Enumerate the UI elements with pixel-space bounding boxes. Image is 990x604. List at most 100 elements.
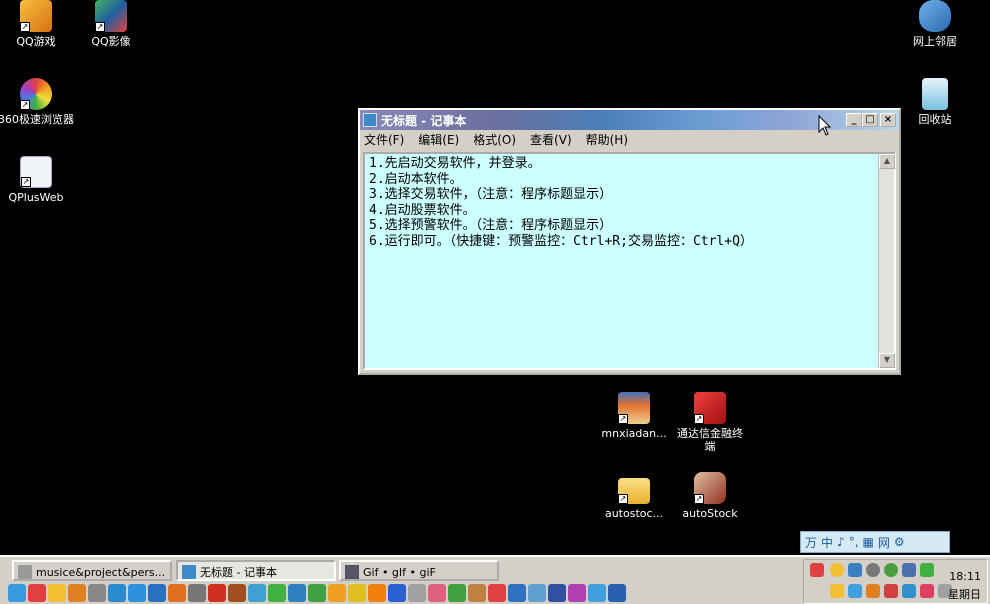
ie-web-icon: ↗ (20, 156, 52, 188)
quick-launch-icon[interactable] (288, 584, 306, 602)
quick-launch-icon[interactable] (328, 584, 346, 602)
desktop-icon-label: QPlusWeb (8, 191, 64, 204)
desktop-icon-network[interactable]: 网上邻居 (897, 0, 973, 48)
quick-launch-icon[interactable] (488, 584, 506, 602)
quick-launch-icon[interactable] (428, 584, 446, 602)
quick-launch-icon[interactable] (348, 584, 366, 602)
desktop-icon-recycle-bin[interactable]: 回收站 (897, 78, 973, 126)
desktop-icon-label: autostoc... (604, 507, 664, 520)
ime-mode-icon[interactable]: 万 (805, 534, 817, 551)
ime-moon-icon[interactable]: ♪ (837, 535, 845, 549)
desktop-icon-autostock[interactable]: ↗ autoStock (672, 472, 748, 520)
quick-launch-icon[interactable] (308, 584, 326, 602)
vertical-scrollbar[interactable]: ▲ ▼ (878, 154, 895, 368)
desktop-icon-label: autoStock (682, 507, 738, 520)
tray-icon[interactable] (884, 584, 898, 598)
desktop-icon-label: 通达信金融终端 (677, 427, 743, 453)
tray-icon[interactable] (920, 584, 934, 598)
quick-launch-icon[interactable] (108, 584, 126, 602)
menu-file[interactable]: 文件(F) (364, 131, 404, 148)
tray-icon[interactable] (830, 563, 844, 577)
quick-launch-icon[interactable] (68, 584, 86, 602)
taskbar-button-label: musice&project&pers... (36, 565, 166, 579)
quick-launch-icon[interactable] (388, 584, 406, 602)
ime-punct-icon[interactable]: °, (849, 535, 859, 549)
desktop-icon-mnxiadan[interactable]: ↗ mnxiadan... (596, 392, 672, 440)
menu-help[interactable]: 帮助(H) (586, 131, 628, 148)
ime-keyboard-icon[interactable]: ▦ (863, 535, 874, 549)
tray-icon[interactable] (866, 563, 880, 577)
notepad-window[interactable]: 无标题 - 记事本 _ □ × 文件(F) 编辑(E) 格式(O) 查看(V) … (358, 108, 901, 375)
quick-launch-icon[interactable] (568, 584, 586, 602)
quick-launch-icon[interactable] (188, 584, 206, 602)
tray-icon[interactable] (848, 563, 862, 577)
desktop-icon-label: 网上邻居 (913, 35, 957, 48)
qq-image-icon: ↗ (95, 0, 127, 32)
network-icon (919, 0, 951, 32)
quick-launch-icon[interactable] (548, 584, 566, 602)
close-button[interactable]: × (880, 113, 896, 127)
quick-launch-icon[interactable] (8, 584, 26, 602)
desktop-icon-tdx[interactable]: ↗ 通达信金融终端 (672, 392, 748, 453)
quick-launch (8, 584, 626, 602)
desktop-icon-qq-image[interactable]: ↗ QQ影像 (73, 0, 149, 48)
menu-edit[interactable]: 编辑(E) (418, 131, 459, 148)
quick-launch-icon[interactable] (508, 584, 526, 602)
quick-launch-icon[interactable] (128, 584, 146, 602)
scroll-up-button[interactable]: ▲ (879, 154, 895, 169)
text-editor[interactable]: 1.先启动交易软件，并登录。 2.启动本软件。 3.选择交易软件，（注意：程序标… (363, 152, 896, 370)
quick-launch-icon[interactable] (528, 584, 546, 602)
desktop-icon-qq-game[interactable]: ↗ QQ游戏 (0, 0, 74, 48)
maximize-button[interactable]: □ (862, 113, 878, 127)
autostock-icon: ↗ (694, 472, 726, 504)
quick-launch-icon[interactable] (408, 584, 426, 602)
tray-icon[interactable] (830, 584, 844, 598)
system-tray: 18:11 星期日 (803, 559, 988, 604)
quick-launch-icon[interactable] (228, 584, 246, 602)
quick-launch-icon[interactable] (448, 584, 466, 602)
window-title: 无标题 - 记事本 (381, 113, 467, 128)
quick-launch-icon[interactable] (168, 584, 186, 602)
taskbar-button-gif[interactable]: Gif • gIf • giF (339, 560, 499, 581)
tray-icon[interactable] (902, 563, 916, 577)
quick-launch-icon[interactable] (148, 584, 166, 602)
qq-game-icon: ↗ (20, 0, 52, 32)
ime-chinese-icon[interactable]: 中 (821, 534, 833, 551)
quick-launch-icon[interactable] (208, 584, 226, 602)
quick-launch-icon[interactable] (28, 584, 46, 602)
desktop-icon-qplusweb[interactable]: ↗ QPlusWeb (0, 156, 74, 204)
house-icon: ↗ (618, 392, 650, 424)
desktop: ↗ QQ游戏 ↗ QQ影像 ↗ 360极速浏览器 ↗ QPlusWeb 网上邻居… (0, 0, 990, 604)
tray-icon[interactable] (866, 584, 880, 598)
clock-time[interactable]: 18:11 (949, 570, 981, 583)
quick-launch-icon[interactable] (248, 584, 266, 602)
quick-launch-icon[interactable] (608, 584, 626, 602)
quick-launch-icon[interactable] (468, 584, 486, 602)
clock-day[interactable]: 星期日 (948, 586, 981, 602)
recycle-bin-icon (922, 78, 948, 110)
taskbar-button-notepad[interactable]: 无标题 - 记事本 (176, 560, 336, 581)
language-bar[interactable]: 万 中 ♪ °, ▦ 网 ⚙ (800, 531, 950, 553)
tray-icon[interactable] (884, 563, 898, 577)
ime-settings-icon[interactable]: ⚙ (894, 535, 905, 549)
quick-launch-icon[interactable] (368, 584, 386, 602)
taskbar-button-explorer[interactable]: musice&project&pers... (12, 560, 172, 581)
scroll-down-button[interactable]: ▼ (879, 353, 895, 368)
quick-launch-icon[interactable] (48, 584, 66, 602)
drive-icon (18, 565, 32, 579)
quick-launch-icon[interactable] (88, 584, 106, 602)
mouse-cursor-icon (818, 115, 832, 136)
tray-icon[interactable] (920, 563, 934, 577)
tray-icon[interactable] (902, 584, 916, 598)
desktop-icon-360-browser[interactable]: ↗ 360极速浏览器 (0, 78, 74, 126)
quick-launch-icon[interactable] (268, 584, 286, 602)
tray-icon[interactable] (848, 584, 862, 598)
quick-launch-icon[interactable] (588, 584, 606, 602)
notepad-icon (182, 565, 196, 579)
menu-format[interactable]: 格式(O) (473, 131, 516, 148)
tray-icon[interactable] (810, 563, 824, 577)
ime-web-icon[interactable]: 网 (878, 534, 890, 551)
menu-view[interactable]: 查看(V) (530, 131, 572, 148)
minimize-button[interactable]: _ (846, 113, 862, 127)
desktop-icon-autostock-folder[interactable]: ↗ autostoc... (596, 472, 672, 520)
